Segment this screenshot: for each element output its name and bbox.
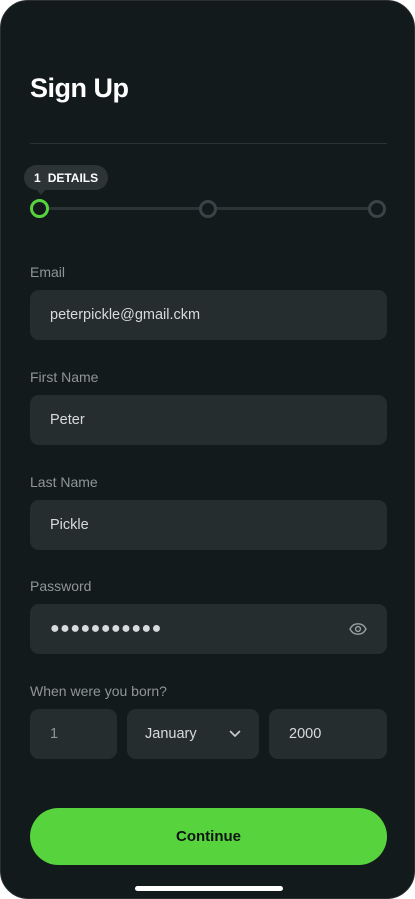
- title-divider: [30, 143, 387, 144]
- step-number: 1: [34, 170, 41, 185]
- password-field[interactable]: ●●●●●●●●●●●: [30, 604, 387, 654]
- page-title: Sign Up: [30, 73, 129, 103]
- step-dot-1-active: [30, 199, 49, 218]
- birth-day-field[interactable]: 1: [30, 709, 117, 759]
- birth-day-value: 1: [50, 726, 59, 742]
- step-dot-2: [199, 200, 217, 218]
- first-name-field[interactable]: Peter: [30, 395, 387, 445]
- last-name-label: Last Name: [30, 474, 98, 490]
- first-name-label: First Name: [30, 369, 99, 385]
- email-value: peterpickle@gmail.ckm: [50, 307, 201, 323]
- first-name-value: Peter: [50, 412, 85, 428]
- email-field[interactable]: peterpickle@gmail.ckm: [30, 290, 387, 340]
- birth-year-value: 2000: [289, 726, 322, 742]
- chevron-down-icon: [229, 728, 241, 740]
- step-connector-1: [45, 207, 202, 210]
- eye-icon[interactable]: [349, 620, 367, 638]
- last-name-field[interactable]: Pickle: [30, 500, 387, 550]
- birth-year-field[interactable]: 2000: [269, 709, 387, 759]
- birth-label: When were you born?: [30, 683, 167, 699]
- step-indicator-badge: 1 DETAILS: [24, 165, 109, 195]
- step-dot-3: [368, 200, 386, 218]
- birth-month-value: January: [145, 726, 197, 742]
- step-connector-2: [214, 207, 371, 210]
- password-label: Password: [30, 578, 92, 594]
- email-label: Email: [30, 264, 66, 280]
- step-label: DETAILS: [47, 170, 99, 185]
- last-name-value: Pickle: [50, 517, 89, 533]
- home-indicator[interactable]: [135, 886, 283, 891]
- continue-button[interactable]: Continue: [30, 808, 387, 865]
- birth-month-select[interactable]: January: [127, 709, 259, 759]
- phone-screen: Sign Up 1 DETAILS Email peterpickle@gmai…: [0, 0, 415, 899]
- password-masked-value: ●●●●●●●●●●●: [50, 620, 162, 637]
